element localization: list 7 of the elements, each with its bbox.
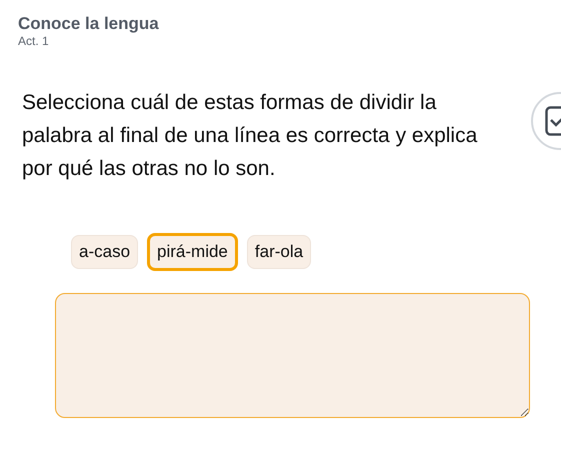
question-text: Selecciona cuál de estas formas de dividir la palabra al final de una línea es correcta y explica por qué las otras no lo son. bbox=[22, 90, 478, 182]
option-chip[interactable]: pirá-mide bbox=[147, 233, 238, 271]
answer-field[interactable] bbox=[55, 293, 530, 418]
activity-number: Act. 1 bbox=[18, 34, 50, 48]
option-chip[interactable]: far-ola bbox=[246, 235, 312, 269]
activity-title: Conoce la lengua bbox=[18, 14, 160, 34]
option-chip[interactable]: a-caso bbox=[71, 235, 138, 269]
